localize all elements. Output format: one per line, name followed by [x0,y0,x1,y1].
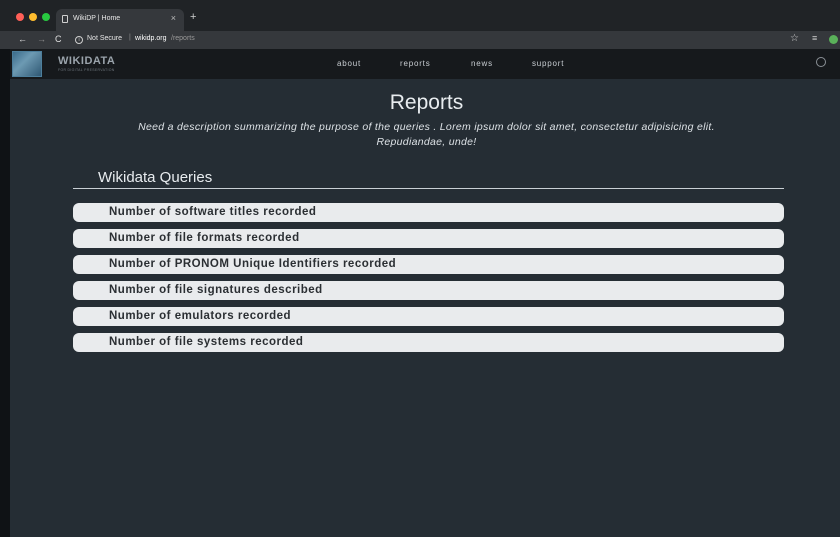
query-software-titles[interactable]: Number of software titles recorded [73,203,784,222]
main-content: Reports Need a description summarizing t… [10,79,840,537]
section-divider [73,188,784,189]
url-path[interactable]: /reports [171,35,195,42]
query-file-systems[interactable]: Number of file systems recorded [73,333,784,352]
nav-reports[interactable]: reports [400,59,431,68]
new-tab-button[interactable]: + [190,12,196,23]
site-navbar: WIKIDATA FOR DIGITAL PRESERVATION about … [10,49,840,79]
extension-icon[interactable] [829,35,838,44]
minimize-window-button[interactable] [29,13,37,21]
forward-button[interactable]: → [37,34,46,44]
close-window-button[interactable] [16,13,24,21]
browser-titlebar: WikiDP | Home × + [0,0,840,31]
browser-toolbar: ← → C i Not Secure | wikidp.org /reports… [0,31,840,49]
browser-menu-icon[interactable]: ≡ [812,33,817,43]
page-icon [62,15,68,23]
query-file-signatures[interactable]: Number of file signatures described [73,281,784,300]
user-icon[interactable] [816,57,826,67]
tab-title: WikiDP | Home [73,15,121,22]
logo-subtext: FOR DIGITAL PRESERVATION [58,68,115,72]
maximize-window-button[interactable] [42,13,50,21]
reload-button[interactable]: C [55,34,62,44]
logo-image[interactable] [12,51,42,77]
info-icon[interactable]: i [75,36,83,44]
url-host[interactable]: wikidp.org [135,35,167,42]
tab-close-icon[interactable]: × [171,13,176,23]
query-emulators[interactable]: Number of emulators recorded [73,307,784,326]
nav-news[interactable]: news [471,59,493,68]
page-title: Reports [389,91,464,114]
page-description: Need a description summarizing the purpo… [138,121,715,148]
nav-about[interactable]: about [337,59,361,68]
logo-text[interactable]: WIKIDATA [58,55,115,67]
security-label: Not Secure [87,35,123,42]
browser-tab[interactable]: WikiDP | Home × [56,9,184,31]
section-title: Wikidata Queries [98,169,213,186]
window-edge [0,49,10,537]
nav-support[interactable]: support [532,59,564,68]
bookmark-star-icon[interactable]: ☆ [790,33,799,44]
query-file-formats[interactable]: Number of file formats recorded [73,229,784,248]
query-pronom-identifiers[interactable]: Number of PRONOM Unique Identifiers reco… [73,255,784,274]
back-button[interactable]: ← [18,34,27,44]
url-separator: | [129,34,131,41]
